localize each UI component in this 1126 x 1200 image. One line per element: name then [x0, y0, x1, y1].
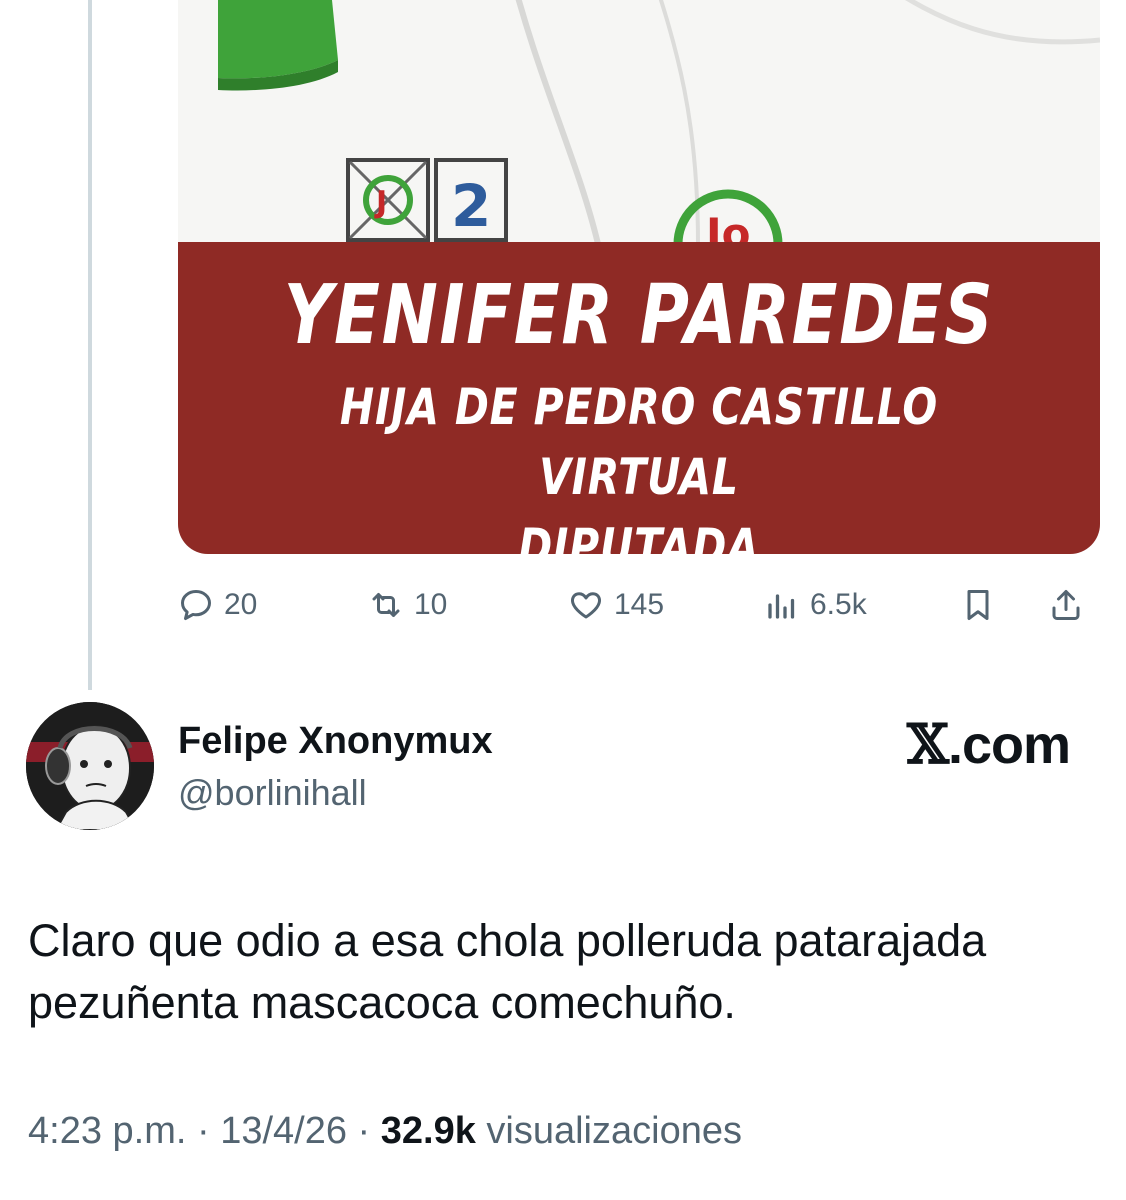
- like-button[interactable]: 145: [568, 580, 664, 630]
- views-count: 6.5k: [810, 588, 867, 621]
- views-button[interactable]: 6.5k: [764, 580, 867, 630]
- author-display-name[interactable]: Felipe Xnonymux: [178, 720, 493, 763]
- action-bar: 20 10 145 6.5k: [178, 580, 1100, 630]
- bookmark-icon: [967, 590, 989, 620]
- repost-icon: [372, 593, 400, 617]
- banner-title: YENIFER PAREDES: [283, 268, 995, 363]
- post-views-label: visualizaciones: [486, 1110, 742, 1152]
- post-timestamp[interactable]: 4:23 p.m. · 13/4/26 ·: [28, 1110, 370, 1152]
- reply-button[interactable]: 20: [178, 580, 257, 630]
- reply-icon: [181, 590, 211, 620]
- bookmark-button[interactable]: [960, 580, 996, 630]
- avatar-image: [26, 702, 154, 830]
- banner-subtitle: HIJA DE PEDRO CASTILLO VIRTUAL DIPUTADA: [339, 378, 939, 554]
- share-button[interactable]: [1048, 580, 1084, 630]
- views-icon: [768, 594, 795, 619]
- post-text: Claro que odio a esa chola polleruda pat…: [28, 915, 987, 1028]
- x-com-logo: 𝕏.com: [907, 712, 1071, 776]
- reply-count: 20: [224, 588, 258, 621]
- x-logo-icon: 𝕏: [907, 712, 949, 776]
- svg-text:Jo: Jo: [703, 209, 750, 244]
- like-icon: [571, 592, 601, 619]
- brand-domain: .com: [947, 715, 1071, 775]
- headline-banner: YENIFER PAREDES HIJA DE PEDRO CASTILLO V…: [178, 242, 1100, 554]
- share-icon: [1052, 590, 1080, 620]
- candidate-photo: J 2 Jo: [178, 0, 1100, 244]
- avatar[interactable]: [26, 702, 154, 830]
- svg-text:J: J: [374, 185, 387, 220]
- author-handle[interactable]: @borlinihall: [178, 772, 367, 814]
- post-image[interactable]: J 2 Jo YENIFER PAREDES HIJA DE PEDRO CAS…: [178, 0, 1100, 554]
- repost-button[interactable]: 10: [368, 580, 447, 630]
- like-count: 145: [614, 588, 665, 621]
- post-views-count: 32.9k: [380, 1110, 476, 1152]
- post-metadata: 4:23 p.m. · 13/4/26 · 32.9k visualizacio…: [28, 1110, 742, 1153]
- repost-count: 10: [414, 588, 448, 621]
- thread-line: [88, 0, 92, 690]
- svg-text:2: 2: [451, 172, 491, 240]
